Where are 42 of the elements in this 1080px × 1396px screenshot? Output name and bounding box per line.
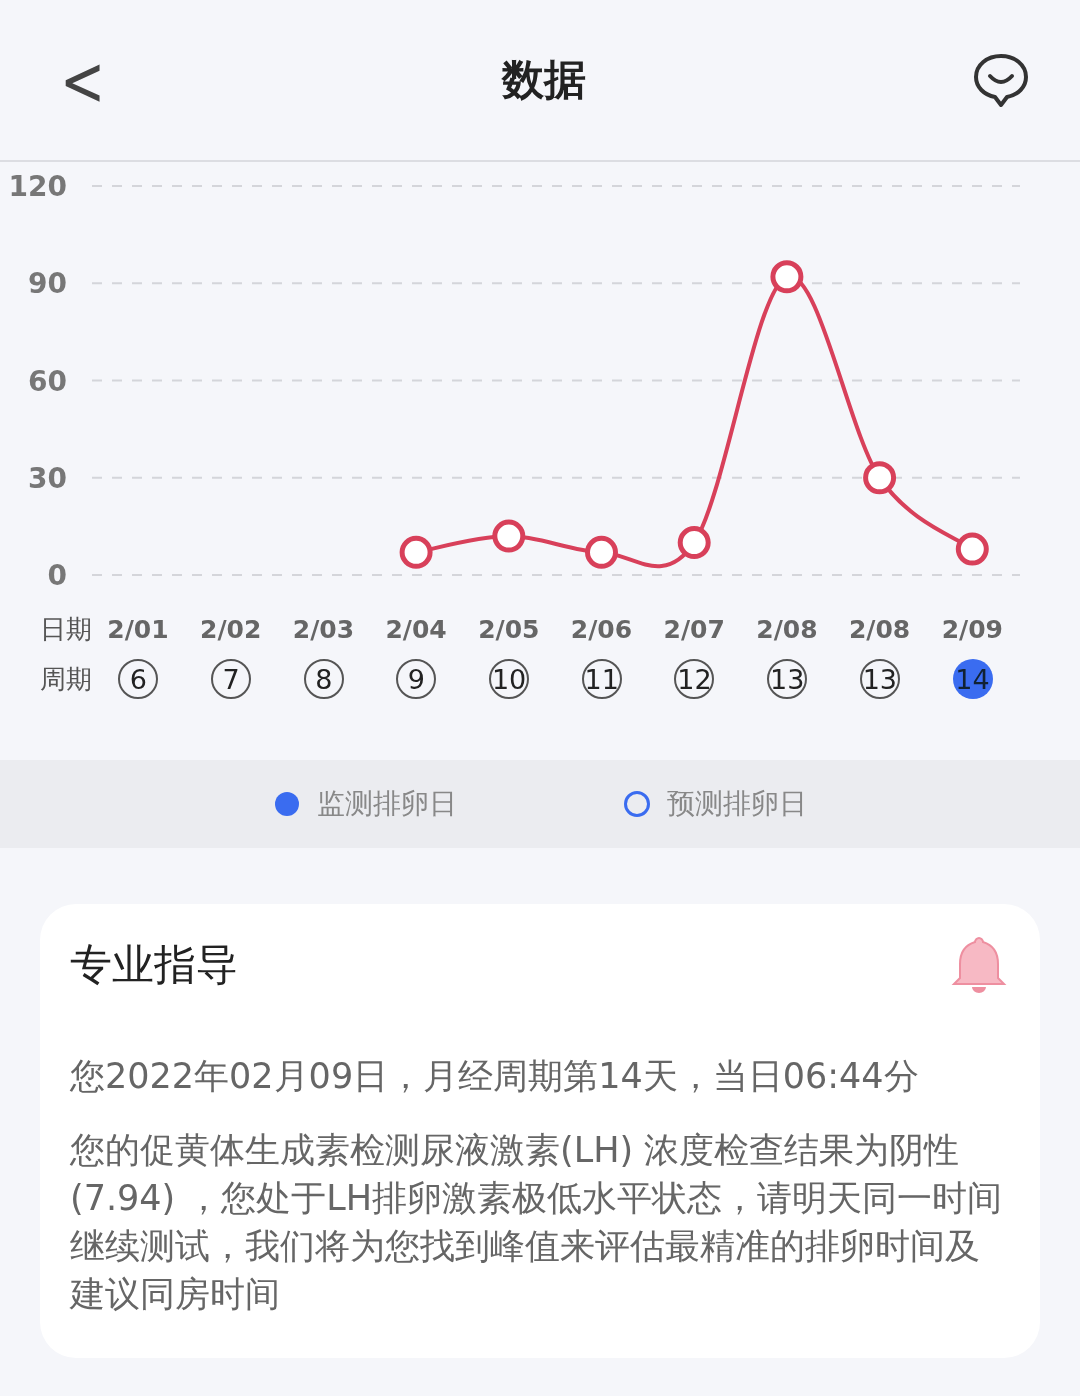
cycle-day[interactable]: 13 <box>767 659 808 699</box>
guide-text: 您2022年02月09日，月经周期第14天，当日06:44分 <box>70 1055 920 1098</box>
date-label: 2/09 <box>941 615 1003 644</box>
date-label: 2/04 <box>385 615 447 644</box>
date-label: 2/02 <box>200 615 262 644</box>
legend-label: 监测排卵日 <box>317 786 457 822</box>
cycle-day[interactable]: 12 <box>674 659 715 699</box>
cycle-day[interactable]: 8 <box>303 659 344 699</box>
cycle-day[interactable]: 14 <box>952 659 993 699</box>
date-label: 2/05 <box>478 615 540 644</box>
legend-label: 预测排卵日 <box>667 786 807 822</box>
y-tick-label: 90 <box>28 267 67 301</box>
date-label: 2/08 <box>756 615 818 644</box>
page-title: 数据 <box>501 54 586 106</box>
y-tick-label: 0 <box>47 559 67 592</box>
data-point <box>955 532 989 566</box>
cycle-day[interactable]: 7 <box>211 659 252 699</box>
data-point <box>770 260 804 294</box>
axis-label: 日期 <box>40 614 92 644</box>
y-tick-label: 120 <box>8 170 67 203</box>
data-point <box>585 535 618 569</box>
date-label: 2/06 <box>570 615 633 644</box>
row-label: 周期 <box>40 662 92 696</box>
cycle-day[interactable]: 13 <box>859 659 900 699</box>
guide-text: 您的促黄体生成素检测尿液激素(LH) 浓度检查结果为阴性(7.94) ，您处于LH排卵激素极低水平状态，请明天同一时间继续测试，我们将为您找到峰值来评估最精准的排卵时间及建议同房时间 <box>70 1129 1004 1316</box>
date-label: 2/08 <box>848 615 911 644</box>
back-button[interactable]: < <box>50 39 116 121</box>
cycle-day[interactable]: 10 <box>489 659 530 699</box>
data-point <box>863 461 897 495</box>
date-label: 2/07 <box>663 615 725 644</box>
cycle-day[interactable]: 11 <box>581 659 622 699</box>
chat-smile-icon[interactable] <box>972 52 1030 108</box>
cycle-day[interactable]: 6 <box>118 659 159 699</box>
data-point <box>677 526 711 560</box>
data-point <box>492 519 526 553</box>
card-title: 专业指导 <box>70 939 238 991</box>
cycle-day[interactable]: 9 <box>396 659 437 699</box>
data-point <box>399 535 433 569</box>
date-label: 2/01 <box>107 615 169 644</box>
date-label: 2/03 <box>292 615 355 644</box>
y-tick-label: 30 <box>28 461 67 495</box>
y-tick-label: 60 <box>28 364 67 398</box>
